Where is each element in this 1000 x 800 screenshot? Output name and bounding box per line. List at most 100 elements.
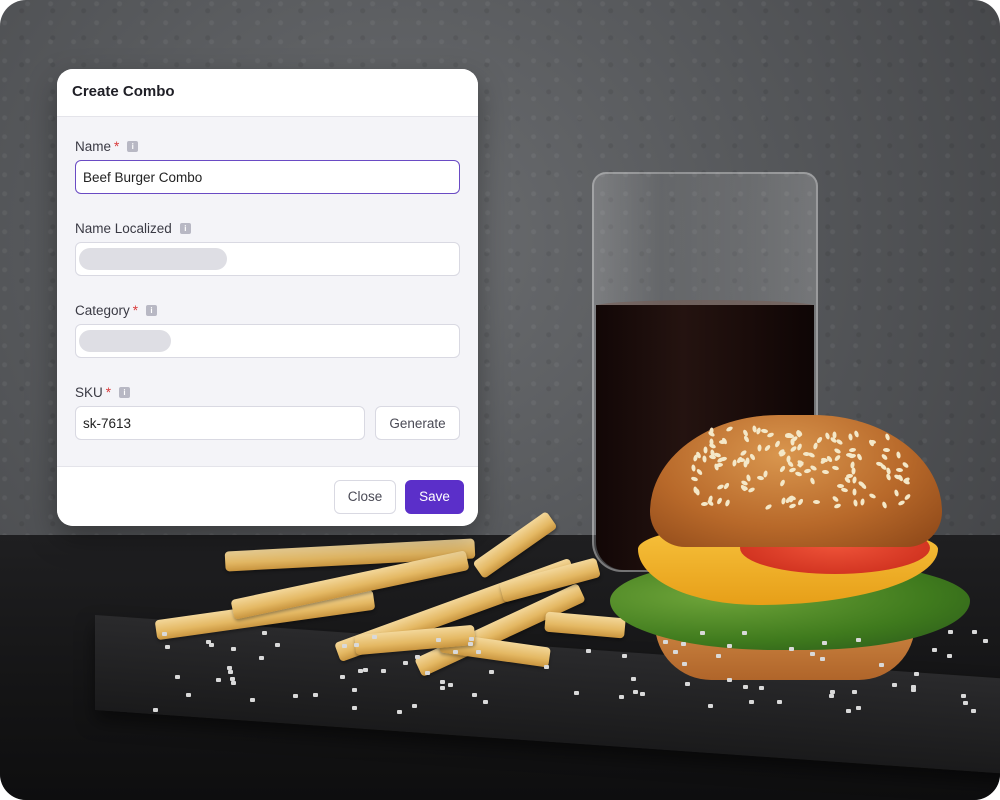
- salt-crystal: [353, 643, 359, 648]
- salt-crystal: [891, 683, 897, 688]
- close-button[interactable]: Close: [334, 479, 396, 514]
- salt-crystal: [250, 697, 256, 702]
- sesame-seed: [707, 430, 716, 439]
- salt-crystal: [821, 640, 827, 645]
- sesame-seed: [797, 497, 805, 506]
- salt-crystal: [215, 678, 221, 683]
- sesame-seed: [715, 496, 723, 505]
- salt-crystal: [931, 648, 937, 653]
- info-icon[interactable]: i: [127, 140, 139, 152]
- sesame-seed: [745, 457, 750, 465]
- sku-input[interactable]: sk-7613: [75, 406, 365, 440]
- salt-crystal: [742, 685, 748, 690]
- sesame-seed: [851, 467, 856, 475]
- sesame-seed: [884, 433, 891, 442]
- sesame-seed: [749, 453, 757, 462]
- name-input[interactable]: Beef Burger Combo: [75, 160, 460, 194]
- sesame-seed: [720, 456, 728, 463]
- sesame-seed: [856, 453, 864, 462]
- save-button[interactable]: Save: [405, 479, 464, 514]
- sesame-seed: [860, 498, 866, 506]
- sesame-seed: [809, 477, 816, 486]
- sesame-seed: [690, 475, 699, 482]
- salt-crystal: [788, 646, 794, 651]
- salt-crystal: [633, 690, 639, 695]
- info-icon[interactable]: i: [119, 386, 131, 398]
- sesame-seed: [691, 464, 696, 472]
- sku-field-group: SKU * i sk-7613 Generate: [75, 383, 461, 440]
- salt-crystal: [227, 669, 233, 674]
- salt-crystal: [749, 699, 755, 704]
- salt-crystal: [639, 691, 645, 696]
- sesame-seed: [880, 452, 889, 461]
- sesame-seed: [812, 499, 820, 505]
- salt-crystal: [574, 690, 580, 695]
- sesame-seed: [739, 448, 748, 457]
- salt-crystal: [205, 639, 211, 644]
- salt-crystal: [759, 686, 765, 691]
- salt-crystal: [403, 660, 409, 665]
- salt-crystal: [663, 639, 669, 644]
- salt-crystal: [707, 703, 713, 708]
- salt-crystal: [681, 641, 687, 646]
- sesame-seed: [853, 430, 860, 439]
- sesame-seed: [885, 472, 892, 481]
- category-select[interactable]: [75, 324, 460, 358]
- salt-crystal: [741, 631, 747, 636]
- sesame-seed: [724, 498, 731, 507]
- sesame-seed: [893, 489, 900, 498]
- name-localized-input[interactable]: [75, 242, 460, 276]
- sesame-seed: [840, 487, 849, 494]
- salt-crystal: [342, 644, 348, 649]
- salt-crystal: [846, 708, 852, 713]
- loading-placeholder: [79, 248, 227, 270]
- salt-crystal: [381, 669, 387, 674]
- salt-crystal: [372, 634, 378, 639]
- salt-crystal: [685, 682, 691, 687]
- salt-crystal: [726, 677, 732, 682]
- salt-crystal: [673, 649, 678, 654]
- sesame-seed: [851, 476, 857, 484]
- sesame-seed: [845, 452, 854, 457]
- salt-crystal: [351, 687, 357, 692]
- category-label-text: Category: [75, 302, 130, 318]
- salt-crystal: [397, 709, 403, 714]
- sesame-seed: [694, 488, 700, 496]
- sesame-seed: [896, 451, 902, 459]
- sku-input-value: sk-7613: [83, 415, 132, 431]
- salt-crystal: [489, 670, 495, 675]
- sesame-seed: [706, 499, 715, 507]
- sesame-seed: [882, 447, 890, 453]
- salt-crystal: [274, 643, 280, 648]
- sesame-seed: [796, 443, 803, 452]
- salt-crystal: [727, 644, 733, 649]
- salt-crystal: [961, 693, 967, 698]
- salt-crystal: [851, 689, 857, 694]
- salt-crystal: [435, 638, 441, 643]
- salt-crystal: [447, 682, 453, 687]
- sesame-seed: [762, 469, 769, 478]
- dialog-footer: Close Save: [57, 466, 478, 526]
- category-field-group: Category * i: [75, 301, 461, 358]
- info-icon[interactable]: i: [179, 222, 191, 234]
- sesame-seed: [897, 499, 906, 507]
- salt-crystal: [340, 675, 346, 680]
- sesame-seed: [773, 439, 781, 448]
- salt-crystal: [358, 668, 364, 673]
- salt-crystal: [699, 630, 705, 635]
- sesame-seed: [821, 469, 830, 475]
- dialog-title: Create Combo: [72, 83, 175, 100]
- salt-crystal: [810, 652, 816, 657]
- loading-placeholder: [79, 330, 171, 352]
- sesame-seed: [692, 453, 698, 462]
- sesame-seed: [725, 425, 734, 433]
- sesame-seed: [809, 464, 819, 472]
- salt-crystal: [856, 637, 862, 642]
- info-icon[interactable]: i: [146, 304, 158, 316]
- salt-crystal: [186, 692, 192, 697]
- generate-sku-button[interactable]: Generate: [375, 406, 460, 440]
- salt-crystal: [682, 661, 688, 666]
- sesame-seed: [804, 468, 812, 474]
- salt-crystal: [153, 708, 159, 713]
- sesame-seed: [847, 433, 853, 442]
